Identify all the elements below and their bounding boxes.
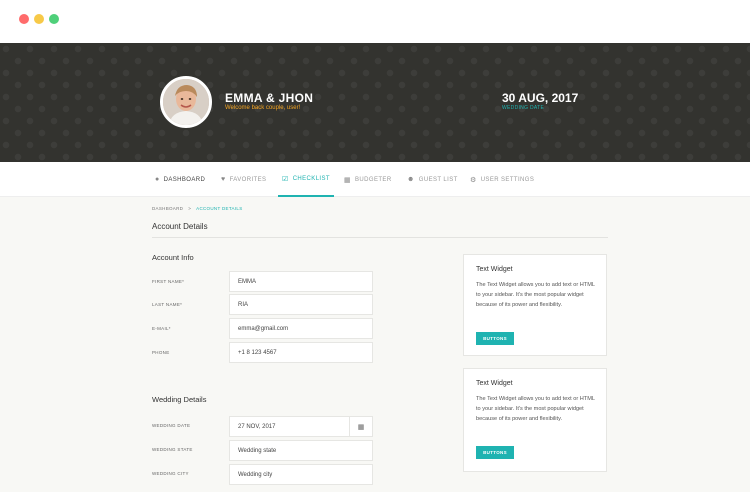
tab-budgeter[interactable]: ▦ BUDGETER: [344, 162, 392, 197]
tab-label: BUDGETER: [355, 176, 392, 183]
calculator-icon: ▦: [344, 176, 352, 184]
calendar-icon[interactable]: ▦: [349, 416, 373, 437]
dashboard-icon: ●: [155, 176, 160, 183]
wedding-state-field[interactable]: Wedding state: [229, 440, 373, 461]
main-content: DASHBOARD > ACCOUNT DETAILS Account Deta…: [0, 197, 750, 492]
tab-user-settings[interactable]: ⚙ USER SETTINGS: [470, 162, 534, 197]
breadcrumb: DASHBOARD > ACCOUNT DETAILS: [152, 206, 243, 211]
wedding-date-field-label: WEDDING DATE: [152, 423, 191, 428]
breadcrumb-separator: >: [188, 206, 192, 211]
last-name-field[interactable]: RIA: [229, 294, 373, 315]
email-field[interactable]: emma@gmail.com: [229, 318, 373, 339]
wedding-date-label: WEDDING DATE: [502, 105, 545, 111]
profile-banner: EMMA & JHON Welcome back couple, user! 3…: [0, 43, 750, 162]
last-name-label: LAST NAME*: [152, 302, 183, 307]
phone-label: PHONE: [152, 350, 170, 355]
widget-button[interactable]: BUTTONS: [476, 332, 514, 345]
widget-title: Text Widget: [476, 380, 513, 387]
wedding-date-field[interactable]: 27 NOV, 2017: [229, 416, 350, 437]
tab-favorites[interactable]: ♥ FAVORITES: [221, 162, 266, 197]
avatar[interactable]: [160, 76, 212, 128]
close-window-dot[interactable]: [19, 14, 29, 24]
tab-checklist[interactable]: ☑ CHECKLIST: [278, 162, 334, 197]
text-widget: Text Widget The Text Widget allows you t…: [463, 254, 607, 356]
tab-label: USER SETTINGS: [480, 176, 535, 183]
wedding-city-label: WEDDING CITY: [152, 471, 189, 476]
tab-label: DASHBOARD: [163, 176, 206, 183]
gear-icon: ⚙: [470, 176, 477, 184]
wedding-details-title: Wedding Details: [152, 395, 207, 404]
widget-text: The Text Widget allows you to add text o…: [476, 396, 595, 422]
email-label: E-MAIL*: [152, 326, 171, 331]
guests-icon: ☻: [407, 176, 415, 183]
minimize-window-dot[interactable]: [34, 14, 44, 24]
wedding-date-value: 30 AUG, 2017: [502, 91, 579, 105]
welcome-message: Welcome back couple, user!: [225, 105, 301, 111]
widget-title: Text Widget: [476, 266, 513, 273]
widget-button[interactable]: BUTTONS: [476, 446, 514, 459]
breadcrumb-dashboard[interactable]: DASHBOARD: [152, 206, 183, 211]
checklist-icon: ☑: [282, 175, 289, 183]
text-widget: Text Widget The Text Widget allows you t…: [463, 368, 607, 472]
first-name-field[interactable]: EMMA: [229, 271, 373, 292]
tab-label: FAVORITES: [229, 176, 267, 183]
heart-icon: ♥: [221, 176, 226, 183]
couple-name: EMMA & JHON: [225, 91, 314, 105]
avatar-photo-icon: [163, 79, 209, 125]
breadcrumb-current: ACCOUNT DETAILS: [196, 206, 243, 211]
account-info-title: Account Info: [152, 253, 194, 262]
tab-label: GUEST LIST: [418, 176, 458, 183]
wedding-state-label: WEDDING STATE: [152, 447, 193, 452]
phone-field[interactable]: +1 8 123 4567: [229, 342, 373, 363]
widget-text: The Text Widget allows you to add text o…: [476, 282, 595, 308]
dashboard-nav: ● DASHBOARD ♥ FAVORITES ☑ CHECKLIST ▦ BU…: [0, 162, 750, 197]
tab-dashboard[interactable]: ● DASHBOARD: [155, 162, 205, 197]
wedding-city-field[interactable]: Wedding city: [229, 464, 373, 485]
page-title: Account Details: [152, 222, 208, 231]
tab-label: CHECKLIST: [292, 175, 330, 182]
first-name-label: FIRST NAME*: [152, 279, 185, 284]
title-divider: [152, 237, 608, 238]
window-chrome: [0, 0, 750, 43]
tab-guest-list[interactable]: ☻ GUEST LIST: [407, 162, 458, 197]
maximize-window-dot[interactable]: [49, 14, 59, 24]
